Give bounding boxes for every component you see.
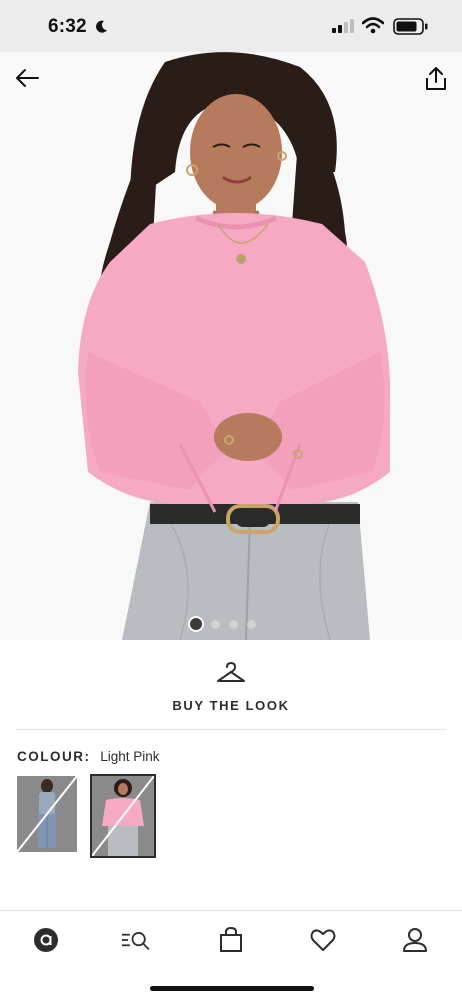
heart-icon[interactable] xyxy=(308,925,338,955)
account-icon[interactable] xyxy=(400,925,430,955)
colour-value: Light Pink xyxy=(100,749,160,764)
back-arrow-icon[interactable] xyxy=(14,66,40,90)
colour-label: COLOUR: xyxy=(17,749,91,764)
signal-icon xyxy=(332,19,354,33)
status-time: 6:32 xyxy=(48,16,87,37)
colour-selector: COLOUR: Light Pink xyxy=(17,749,160,764)
carousel-dot-2[interactable] xyxy=(211,619,220,629)
buy-the-look-label: BUY THE LOOK xyxy=(172,698,290,713)
swatch-denim[interactable] xyxy=(17,776,77,852)
carousel-dot-3[interactable] xyxy=(229,619,238,629)
search-icon[interactable] xyxy=(121,925,151,955)
model-photo xyxy=(0,52,462,640)
carousel-dot-1[interactable] xyxy=(190,618,202,630)
image-carousel-dots[interactable] xyxy=(190,617,256,631)
buy-the-look-button[interactable]: BUY THE LOOK xyxy=(0,660,462,716)
home-indicator xyxy=(150,986,314,991)
battery-icon xyxy=(393,18,428,35)
wifi-icon xyxy=(362,17,384,34)
share-icon[interactable] xyxy=(424,66,448,92)
product-detail-screen: 6:32 BUY THE LOOK COLOUR: Light Pink xyxy=(0,0,462,1000)
bag-icon[interactable] xyxy=(216,925,246,955)
home-logo-icon[interactable] xyxy=(31,925,61,955)
moon-icon xyxy=(96,20,107,33)
section-divider xyxy=(16,729,446,730)
swatch-light-pink[interactable] xyxy=(90,774,156,858)
product-image[interactable] xyxy=(0,52,462,640)
status-bar: 6:32 xyxy=(0,0,462,52)
carousel-dot-4[interactable] xyxy=(247,619,256,629)
hanger-icon xyxy=(217,662,245,682)
